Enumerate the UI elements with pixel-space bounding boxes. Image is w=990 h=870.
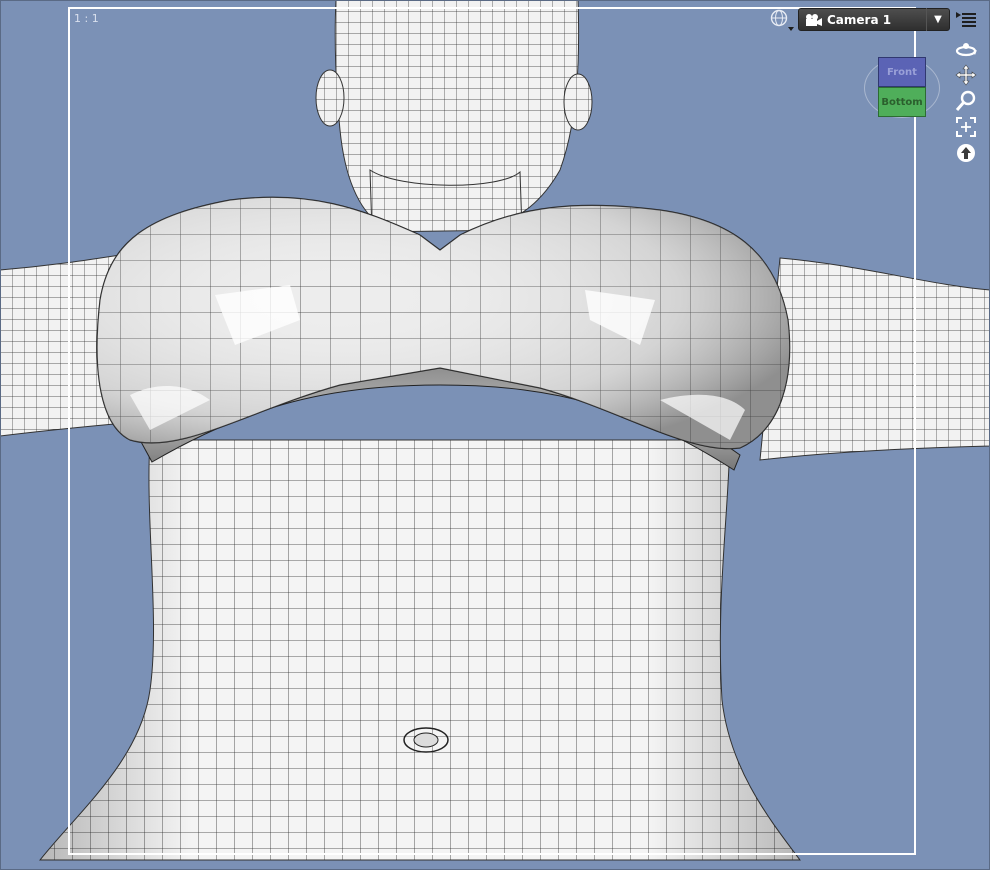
frame-icon[interactable]	[952, 114, 980, 140]
zoom-icon[interactable]	[952, 88, 980, 114]
view-cube[interactable]: Front Bottom	[864, 52, 940, 126]
camera-name: Camera 1	[827, 12, 892, 27]
camera-selector[interactable]: Camera 1 ▼	[798, 8, 950, 31]
wireframe-figure	[0, 0, 990, 861]
globe-icon[interactable]	[768, 8, 794, 32]
camera-icon	[803, 12, 825, 28]
aspect-ratio-label: 1 : 1	[74, 12, 99, 25]
pan-icon[interactable]	[952, 62, 980, 88]
navigation-toolbar	[952, 36, 980, 166]
cube-face-front[interactable]: Front	[878, 57, 926, 87]
viewport-menu-icon[interactable]	[954, 9, 978, 29]
cube-face-bottom[interactable]: Bottom	[878, 87, 926, 117]
orbit-icon[interactable]	[952, 36, 980, 62]
3d-viewport[interactable]: 1 : 1 Camera 1 ▼ Front Bottom	[0, 0, 990, 870]
reset-icon[interactable]	[952, 140, 980, 166]
chevron-down-icon[interactable]: ▼	[926, 8, 949, 31]
